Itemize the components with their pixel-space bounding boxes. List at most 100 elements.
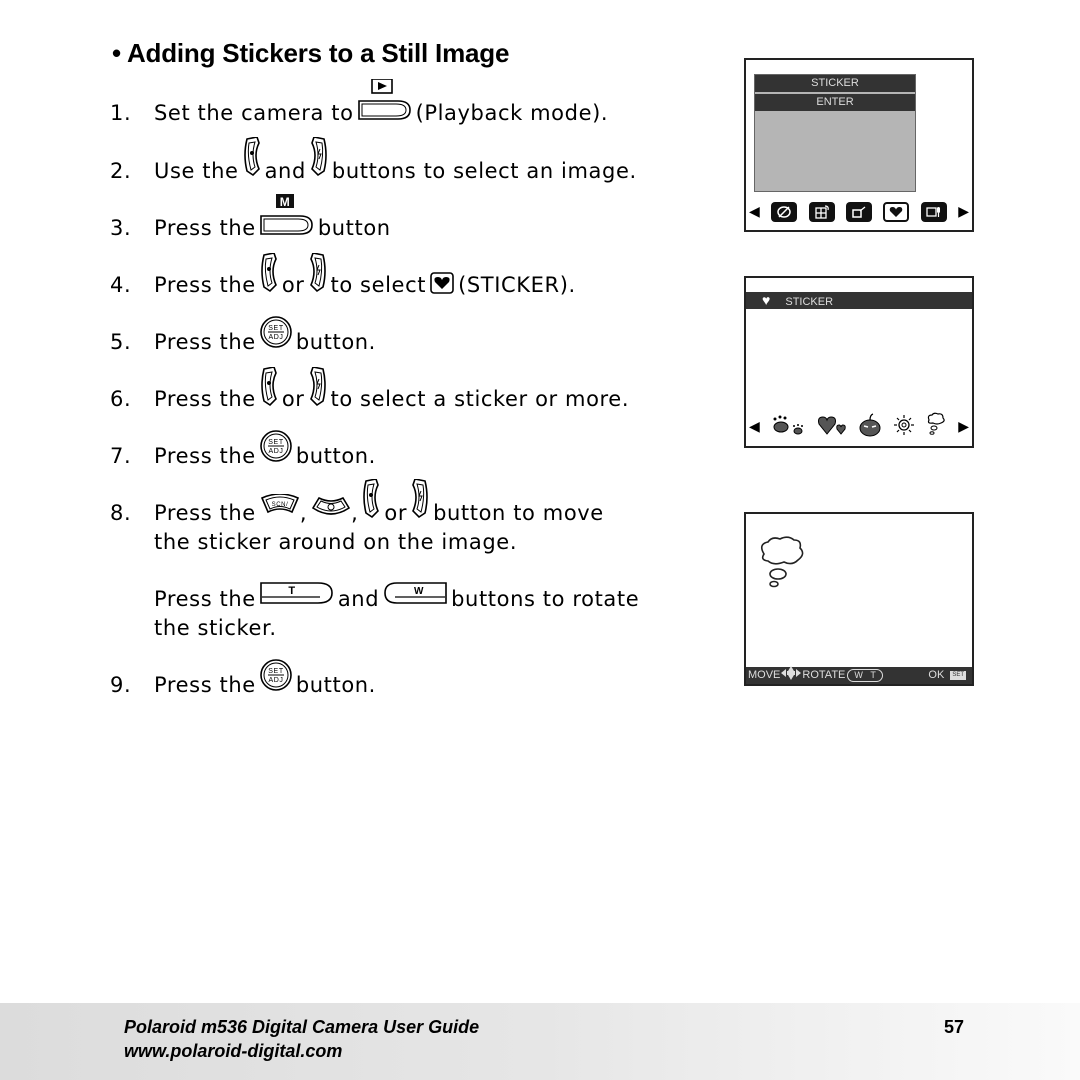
step-number: 8. bbox=[110, 501, 132, 525]
menu-item-sticker: STICKER bbox=[755, 75, 915, 92]
step-1: 1. Set the camera to (Playback mode). bbox=[110, 77, 609, 128]
step-text: Use the bbox=[154, 159, 239, 183]
step-text: Set the camera to bbox=[154, 101, 354, 125]
step-text: Press the bbox=[154, 387, 256, 411]
step-number: 6. bbox=[110, 387, 132, 411]
right-flash-button-icon bbox=[411, 477, 429, 524]
website-link[interactable]: www.polaroid-digital.com bbox=[124, 1041, 342, 1062]
sticker-header-label: STICKER bbox=[785, 296, 834, 308]
resize-icon bbox=[846, 202, 872, 222]
sticker-strip: ◀ ▶ bbox=[746, 412, 972, 442]
step-text: button. bbox=[295, 673, 376, 697]
svg-text:SCN/: SCN/ bbox=[271, 502, 288, 508]
ok-label: OK bbox=[928, 669, 945, 681]
playback-button-icon bbox=[357, 77, 412, 128]
zoom-wide-button-icon: W bbox=[383, 581, 447, 610]
menu-icon-bar: ◀ ▶ bbox=[746, 200, 972, 224]
step-3: 3. Press the M button bbox=[110, 193, 391, 243]
step-text: or bbox=[281, 273, 305, 297]
step-text: button to move bbox=[433, 501, 604, 525]
heart-icon: ♥ bbox=[762, 292, 771, 308]
step-text: and bbox=[337, 587, 380, 611]
sticker-heart-icon bbox=[430, 271, 454, 299]
right-arrow-icon: ▶ bbox=[958, 204, 969, 220]
svg-text:T: T bbox=[288, 585, 295, 597]
zoom-lever-icon: W T bbox=[847, 669, 883, 682]
lcd-screen-menu: STICKER ENTER ◀ ▶ bbox=[744, 58, 974, 232]
step-number: 4. bbox=[110, 273, 132, 297]
step-text: Press the bbox=[154, 444, 256, 468]
left-arrow-icon: ◀ bbox=[749, 419, 760, 435]
step-text: button bbox=[317, 216, 391, 240]
step-text: (Playback mode). bbox=[415, 101, 609, 125]
menu-panel: STICKER ENTER bbox=[754, 74, 916, 192]
right-flash-button-icon bbox=[309, 365, 327, 412]
set-adj-button-icon bbox=[260, 429, 292, 467]
right-flash-button-icon bbox=[309, 251, 327, 298]
step-text: to select bbox=[330, 273, 427, 297]
zoom-tele-button-icon: T bbox=[260, 581, 334, 610]
left-arrow-icon: ◀ bbox=[749, 204, 760, 220]
menu-item-enter: ENTER bbox=[755, 94, 915, 111]
step-4: 4. Press the or to select (STICKER). bbox=[110, 251, 576, 300]
pumpkin-sticker-icon bbox=[858, 412, 882, 442]
left-macro-button-icon bbox=[260, 365, 278, 412]
step-text: Press the bbox=[154, 330, 256, 354]
step-8: 8. Press the SCN/ , , or button to move bbox=[110, 477, 604, 528]
w-label: W bbox=[854, 670, 863, 680]
frame-rotate-icon bbox=[808, 202, 835, 222]
paw-prints-sticker-icon bbox=[771, 414, 807, 441]
svg-text:W: W bbox=[414, 586, 424, 597]
step-text: buttons to rotate bbox=[451, 587, 640, 611]
step-text: Press the bbox=[154, 273, 256, 297]
right-arrow-icon: ▶ bbox=[958, 419, 969, 435]
sticker-heart-icon bbox=[883, 202, 910, 222]
step-number: 9. bbox=[110, 673, 132, 697]
step-6: 6. Press the or to select a sticker or m… bbox=[110, 365, 630, 414]
set-adj-button-icon bbox=[260, 315, 292, 353]
move-label: MOVE bbox=[748, 669, 781, 681]
step-text: to select a sticker or more. bbox=[330, 387, 630, 411]
step-text: Press the bbox=[154, 216, 256, 240]
step-text: or bbox=[281, 387, 305, 411]
step-9: 9. Press the button. bbox=[110, 658, 376, 700]
page-number: 57 bbox=[944, 1017, 965, 1037]
step-8-rotate: Press the T and W buttons to rotate bbox=[110, 581, 640, 614]
rotate-label: ROTATE bbox=[802, 669, 846, 681]
step-text: , bbox=[299, 501, 308, 525]
left-macro-button-icon bbox=[362, 477, 380, 524]
sticker-control-bar: MOVE ROTATE W T OK SET bbox=[746, 665, 972, 684]
page-footer: Polaroid m536 Digital Camera User Guide … bbox=[0, 1003, 1080, 1080]
step-text: Press the bbox=[154, 501, 256, 525]
sun-swirl-sticker-icon bbox=[893, 414, 915, 441]
step-number: 7. bbox=[110, 444, 132, 468]
lcd-screen-sticker-placement: MOVE ROTATE W T OK SET bbox=[744, 512, 974, 686]
step-text: Press the bbox=[154, 673, 256, 697]
t-label: T bbox=[870, 670, 876, 680]
left-macro-button-icon bbox=[260, 251, 278, 298]
lcd-screen-sticker-select: ♥ STICKER ◀ ▶ bbox=[744, 276, 974, 448]
scene-up-button-icon: SCN/ bbox=[260, 492, 300, 521]
step-text: , bbox=[351, 501, 359, 525]
step-number: 1. bbox=[110, 101, 132, 125]
step-text: (STICKER). bbox=[458, 273, 576, 297]
step-number: 2. bbox=[110, 159, 132, 183]
step-text: button. bbox=[295, 330, 376, 354]
step-number: 3. bbox=[110, 216, 132, 240]
step-7: 7. Press the button. bbox=[110, 429, 376, 471]
step-text: or bbox=[384, 501, 408, 525]
self-timer-down-button-icon bbox=[311, 494, 351, 521]
step-8-continued: the sticker around on the image. bbox=[154, 530, 518, 554]
step-text: Press the bbox=[154, 587, 256, 611]
hearts-sticker-icon bbox=[817, 414, 847, 441]
rotate-continued: the sticker. bbox=[154, 616, 277, 640]
guide-title: Polaroid m536 Digital Camera User Guide bbox=[124, 1017, 480, 1037]
svg-text:M: M bbox=[280, 195, 291, 209]
step-text: button. bbox=[295, 444, 376, 468]
voice-memo-icon bbox=[920, 202, 947, 222]
right-flash-button-icon bbox=[310, 135, 328, 182]
step-text: buttons to select an image. bbox=[331, 159, 637, 183]
menu-button-icon: M bbox=[260, 193, 314, 243]
step-2: 2. Use the and buttons to select an imag… bbox=[110, 135, 637, 186]
sticker-header: ♥ STICKER bbox=[746, 292, 972, 309]
